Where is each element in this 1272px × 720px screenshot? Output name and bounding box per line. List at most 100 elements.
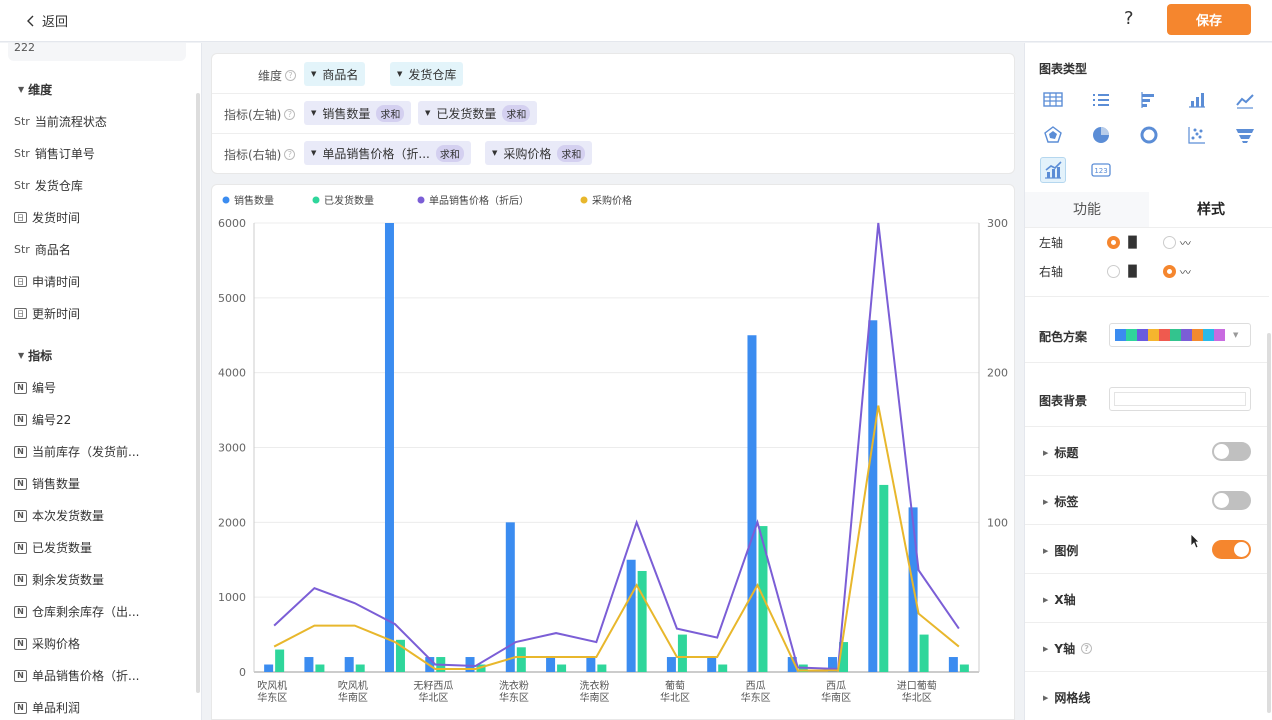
- bar: [505, 522, 515, 672]
- dimension-field-item[interactable]: 日申请时间: [14, 273, 80, 290]
- dimension-pill[interactable]: ▼ 商品名: [304, 62, 366, 86]
- metric-field-item[interactable]: N 销售数量: [14, 475, 80, 492]
- metric-pill[interactable]: ▼ 已发货数量 求和: [418, 101, 538, 125]
- palette-select[interactable]: ▼: [1109, 323, 1251, 347]
- legend-toggle[interactable]: [1212, 540, 1251, 559]
- pie-icon[interactable]: [1088, 122, 1114, 148]
- number-card-icon[interactable]: 123: [1088, 157, 1114, 183]
- bar: [315, 664, 325, 672]
- field-label: 编号: [32, 381, 57, 395]
- scrollbar[interactable]: [196, 93, 200, 693]
- radar-icon[interactable]: [1040, 122, 1066, 148]
- combo-chart[interactable]: 0 1000 2000 3000 4000 5000 6000 100 200 300 吹风机华东区…: [212, 185, 1014, 719]
- combo-chart-icon[interactable]: [1040, 157, 1066, 183]
- metric-field-item[interactable]: N 剩余发货数量: [14, 571, 104, 588]
- line-chart-icon[interactable]: [1232, 87, 1258, 113]
- metric-field-item[interactable]: N 仓库剩余库存（出...: [14, 603, 139, 620]
- x-tick-label: 吹风机: [338, 679, 368, 692]
- right-axis-line-radio[interactable]: [1162, 265, 1176, 278]
- metric-field-item[interactable]: N 已发货数量: [14, 539, 92, 556]
- number-type-icon: N: [14, 413, 27, 426]
- field-label: 剩余发货数量: [32, 573, 105, 587]
- help-icon[interactable]: ?: [284, 149, 296, 160]
- palette-swatch: [1115, 329, 1126, 341]
- x-tick-label: 华南区: [821, 691, 851, 704]
- right-axis-tick-label: 300: [987, 217, 1008, 230]
- right-axis-bar-radio[interactable]: [1107, 265, 1120, 278]
- bar-chart-icon[interactable]: [1184, 87, 1210, 113]
- table-icon[interactable]: [1040, 87, 1066, 113]
- metric-field-item[interactable]: N 本次发货数量: [14, 507, 104, 524]
- dimension-field-item[interactable]: 日更新时间: [14, 305, 80, 322]
- metric-pill[interactable]: ▼ 采购价格 求和: [485, 141, 593, 165]
- dimension-field-item[interactable]: Str 发货仓库: [14, 177, 83, 194]
- scatter-icon[interactable]: [1184, 122, 1210, 148]
- tab-function[interactable]: 功能: [1025, 192, 1149, 227]
- xaxis-row[interactable]: ▶ X轴: [1025, 574, 1269, 623]
- help-icon[interactable]: ?: [284, 109, 296, 120]
- dimension-field-item[interactable]: Str 销售订单号: [14, 145, 95, 162]
- dimension-field-item[interactable]: Str 当前流程状态: [14, 113, 107, 130]
- bar: [677, 634, 687, 672]
- left-axis-bar-radio[interactable]: [1107, 236, 1120, 249]
- bar: [557, 664, 567, 672]
- yaxis-row[interactable]: ▶ Y轴?: [1025, 623, 1269, 672]
- tab-style[interactable]: 样式: [1149, 192, 1272, 227]
- metric-field-item[interactable]: N 当前库存（发货前...: [14, 443, 139, 460]
- legend-label: 单品销售价格（折后）: [429, 194, 529, 207]
- palette-swatch: [1170, 329, 1181, 341]
- calendar-icon: 日: [14, 308, 27, 319]
- metric-pill[interactable]: ▼ 销售数量 求和: [304, 101, 412, 125]
- background-row: 图表背景: [1025, 363, 1269, 427]
- dimension-label: 维度?: [258, 67, 297, 84]
- list-icon[interactable]: [1088, 87, 1114, 113]
- donut-icon[interactable]: [1136, 122, 1162, 148]
- background-color-input[interactable]: [1109, 387, 1251, 411]
- field-item-top[interactable]: 222: [8, 43, 186, 61]
- bar: [747, 335, 757, 672]
- dimension-section-title[interactable]: ▼ 维度: [18, 81, 52, 98]
- metric-field-item[interactable]: N 编号: [14, 379, 56, 396]
- number-type-icon: N: [14, 509, 27, 522]
- help-icon[interactable]: ?: [1124, 8, 1134, 29]
- help-icon[interactable]: ?: [1081, 643, 1093, 654]
- title-toggle[interactable]: [1212, 442, 1251, 461]
- calendar-icon: 日: [14, 212, 27, 223]
- dimension-field-item[interactable]: 日发货时间: [14, 209, 80, 226]
- metric-field-item[interactable]: N 采购价格: [14, 635, 80, 652]
- field-label: 单品销售价格（折...: [32, 669, 140, 683]
- label-toggle[interactable]: [1212, 491, 1251, 510]
- left-axis-line-radio[interactable]: [1162, 236, 1176, 249]
- right-axis-label: 右轴: [1039, 265, 1064, 279]
- x-tick-label: 华南区: [580, 691, 610, 704]
- caret-down-icon: ▼: [425, 109, 431, 117]
- legend-row[interactable]: ▶ 图例: [1025, 525, 1269, 574]
- title-row[interactable]: ▶ 标题: [1025, 427, 1269, 476]
- bar: [516, 647, 526, 672]
- label-row[interactable]: ▶ 标签: [1025, 476, 1269, 525]
- mouse-cursor-icon: [1190, 533, 1200, 549]
- series-line: [273, 405, 960, 672]
- bar: [344, 657, 354, 672]
- number-type-icon: N: [14, 541, 27, 554]
- metric-field-item[interactable]: N 编号22: [14, 411, 71, 428]
- bar: [275, 649, 285, 672]
- metric-field-item[interactable]: N 单品销售价格（折...: [14, 667, 139, 684]
- metric-field-item[interactable]: N 单品利润: [14, 699, 80, 716]
- left-axis-label: 左轴: [1039, 236, 1064, 250]
- metric-section-title[interactable]: ▼ 指标: [18, 347, 52, 364]
- back-button[interactable]: 返回: [26, 11, 68, 30]
- scrollbar[interactable]: [1267, 333, 1271, 713]
- field-label: 单品利润: [32, 701, 81, 715]
- dimension-pill[interactable]: ▼ 发货仓库: [390, 62, 464, 86]
- dimension-field-item[interactable]: Str 商品名: [14, 241, 71, 258]
- horizontal-bar-icon[interactable]: [1136, 87, 1162, 113]
- funnel-icon[interactable]: [1232, 122, 1258, 148]
- x-tick-label: 洗衣粉: [580, 679, 610, 692]
- grid-row[interactable]: ▶ 网格线: [1025, 672, 1269, 720]
- save-button[interactable]: 保存: [1167, 4, 1251, 35]
- help-icon[interactable]: ?: [285, 70, 297, 81]
- x-tick-label: 无籽西瓜: [413, 680, 453, 692]
- metric-pill[interactable]: ▼ 单品销售价格（折... 求和: [304, 141, 471, 165]
- legend-label: 图例: [1054, 544, 1079, 558]
